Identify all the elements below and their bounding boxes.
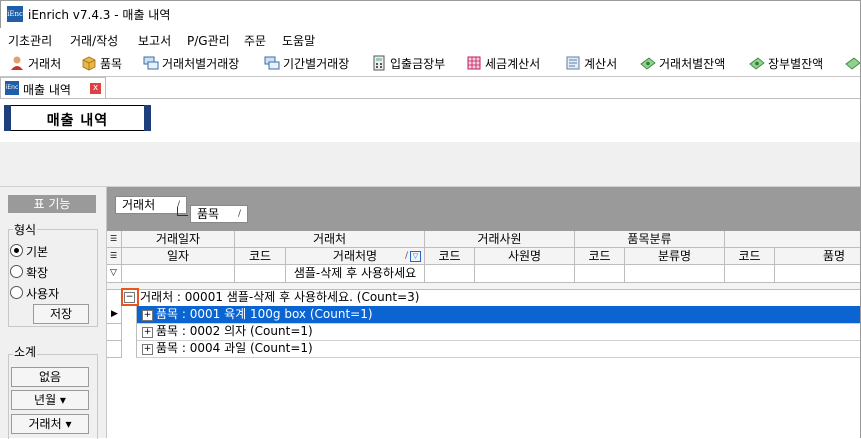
col-category-name[interactable]: 분류명	[625, 248, 725, 265]
group-row-item[interactable]: 품목 : 0001 육계 100g box (Count=1)	[156, 306, 373, 323]
box-icon	[82, 56, 96, 71]
table-functions-header: 표 기능	[8, 195, 96, 213]
group-chip-item[interactable]: 품목 /	[190, 205, 248, 223]
divider	[137, 357, 861, 358]
menu-help[interactable]: 도움말	[282, 32, 315, 49]
filter-cell-category-name[interactable]	[625, 265, 725, 283]
col-customer-name[interactable]: 거래처명 / ▽	[286, 248, 425, 265]
ledger-icon	[143, 56, 159, 70]
subtotal-yearmonth-button[interactable]: 년월 ▾	[11, 390, 89, 410]
band-item	[725, 231, 861, 248]
row-indicator: ▶	[107, 306, 122, 324]
band-employee: 거래사원	[425, 231, 575, 248]
group-row-item[interactable]: 품목 : 0004 과일 (Count=1)	[156, 340, 313, 357]
document-icon	[566, 56, 580, 70]
app-logo-icon: iEnc	[7, 6, 23, 22]
band-item-category: 품목분류	[575, 231, 725, 248]
collapse-icon[interactable]: −	[124, 292, 135, 303]
subtotal-customer-button[interactable]: 거래처 ▾	[11, 414, 89, 434]
toolbar-period-ledger-button[interactable]: 기간별거래장	[264, 53, 362, 73]
filter-row-icon: ▽	[107, 265, 122, 283]
tab-label: 매출 내역	[23, 83, 71, 97]
menu-report[interactable]: 보고서	[138, 32, 171, 49]
row-indicator	[107, 324, 122, 341]
format-option-basic: 기본	[26, 245, 49, 259]
band-customer: 거래처	[235, 231, 425, 248]
subtotal-none-button[interactable]: 없음	[11, 367, 89, 387]
group-row-item[interactable]: 품목 : 0002 의자 (Count=1)	[156, 323, 313, 340]
money-icon	[640, 57, 656, 70]
sort-indicator-icon: /	[237, 209, 241, 219]
format-radio-extended[interactable]	[10, 265, 23, 278]
toolbar-customer-ledger-button[interactable]: 거래처별거래장	[143, 53, 253, 73]
app-logo-icon: iEnc	[5, 81, 19, 95]
save-button[interactable]: 저장	[33, 304, 89, 324]
format-label: 형식	[13, 221, 38, 238]
toolbar-item-button[interactable]: 품목	[81, 53, 127, 73]
filter-cell-date[interactable]	[122, 265, 235, 283]
group-connector	[177, 207, 188, 216]
menu-transaction[interactable]: 거래/작성	[70, 32, 118, 49]
toolbar: 거래처 품목 거래처별거래장 기간별거래장 입출금장부 세금계산서 계산서 거래…	[0, 50, 861, 77]
column-chooser-icon[interactable]: ☰	[107, 248, 122, 265]
money-icon	[845, 57, 861, 70]
person-icon	[11, 56, 23, 70]
toolbar-invoice-button[interactable]: 계산서	[565, 53, 627, 73]
band-trade-date: 거래일자	[122, 231, 235, 248]
filter-cell-employee-name[interactable]	[475, 265, 575, 283]
col-item-name[interactable]: 품명	[775, 248, 861, 265]
col-employee-name[interactable]: 사원명	[475, 248, 575, 265]
row-indicator	[107, 290, 122, 305]
filter-cell-customer-code[interactable]	[235, 265, 286, 283]
toolbar-customer-button[interactable]: 거래처	[9, 53, 71, 73]
toolbar-tax-invoice-button[interactable]: 세금계산서	[466, 53, 548, 73]
menu-pg-management[interactable]: P/G관리	[187, 32, 230, 49]
calculator-icon	[373, 55, 385, 71]
filter-cell-customer-name[interactable]: 샘플-삭제 후 사용하세요	[286, 265, 425, 283]
col-category-code[interactable]: 코드	[575, 248, 625, 265]
divider	[136, 306, 137, 358]
page-title: 매출 내역	[46, 113, 109, 129]
column-chooser-icon[interactable]: ☰	[107, 231, 122, 248]
filter-cell-item-code[interactable]	[725, 265, 775, 283]
filter-cell-category-code[interactable]	[575, 265, 625, 283]
expand-icon[interactable]: +	[142, 344, 153, 355]
sort-indicator-icon: /	[404, 251, 408, 261]
col-customer-code[interactable]: 코드	[235, 248, 286, 265]
format-radio-basic[interactable]	[10, 244, 23, 257]
format-option-extended: 확장	[26, 266, 49, 280]
money-icon	[749, 57, 765, 70]
tab-sales-history[interactable]: iEnc 매출 내역 x	[0, 77, 106, 99]
col-item-code[interactable]: 코드	[725, 248, 775, 265]
filter-strip	[0, 142, 861, 187]
group-row-customer[interactable]: 거래처 : 00001 샘플-삭제 후 사용하세요. (Count=3)	[140, 289, 419, 306]
filter-cell-employee-code[interactable]	[425, 265, 475, 283]
toolbar-cashbook-button[interactable]: 입출금장부	[371, 53, 457, 73]
window-title: iEnrich v7.4.3 - 매출 내역	[28, 8, 171, 22]
close-icon[interactable]: x	[90, 83, 101, 94]
expand-icon[interactable]: +	[142, 310, 153, 321]
filter-icon[interactable]: ▽	[410, 251, 421, 262]
page-title-box: 매출 내역	[4, 105, 151, 131]
toolbar-book-balance-button[interactable]: 장부별잔액	[749, 53, 835, 73]
row-indicator	[107, 341, 122, 358]
format-option-user: 사용자	[26, 287, 60, 301]
subtotal-label: 소계	[13, 343, 38, 360]
invoice-icon	[467, 56, 481, 70]
col-employee-code[interactable]: 코드	[425, 248, 475, 265]
menu-basic-management[interactable]: 기초관리	[8, 32, 52, 49]
ledger-icon	[264, 56, 280, 70]
divider	[121, 306, 122, 358]
filter-cell-item-name[interactable]	[775, 265, 861, 283]
format-radio-user[interactable]	[10, 286, 23, 299]
toolbar-overflow-button[interactable]	[845, 53, 861, 73]
menu-bar: 기초관리 거래/작성 보고서 P/G관리 주문 도움말	[0, 28, 861, 50]
expand-icon[interactable]: +	[142, 327, 153, 338]
menu-order[interactable]: 주문	[244, 32, 266, 49]
col-date[interactable]: 일자	[122, 248, 235, 265]
toolbar-customer-balance-button[interactable]: 거래처별잔액	[640, 53, 738, 73]
